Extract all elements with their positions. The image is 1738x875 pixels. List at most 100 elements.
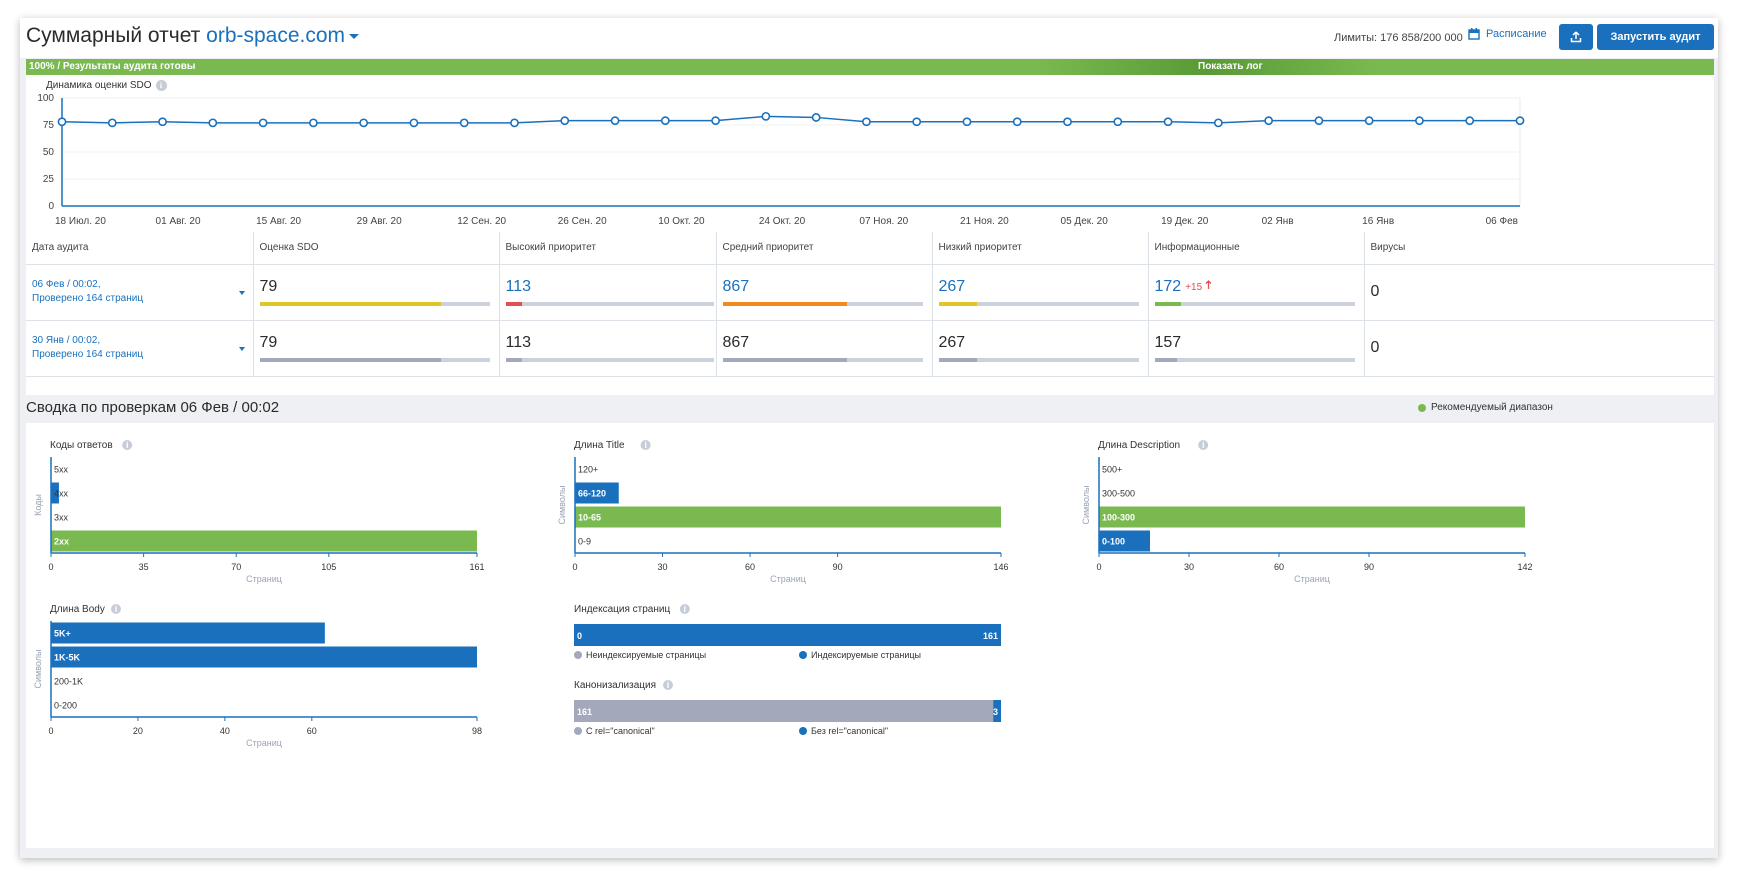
chart-title: Длина Description: [1098, 440, 1180, 451]
medium-cell[interactable]: 867: [716, 264, 933, 321]
info-value[interactable]: 172: [1155, 278, 1182, 295]
chart-title: Длина Body: [50, 604, 105, 615]
data-point[interactable]: [560, 116, 570, 126]
data-point[interactable]: [660, 116, 670, 126]
x-tick-label: 01 Авг. 20: [156, 216, 201, 227]
data-point[interactable]: [1314, 116, 1324, 126]
audit-date-link[interactable]: 30 Янв / 00:02, Проверено 164 страниц: [32, 334, 253, 362]
bar[interactable]: [51, 646, 477, 668]
col-header-viruses[interactable]: Вирусы: [1364, 232, 1714, 265]
info-meter-fill: [1154, 302, 1181, 306]
medium-priority-value[interactable]: 867: [723, 278, 932, 296]
data-point[interactable]: [610, 116, 620, 126]
viruses-value: 0: [1370, 339, 1380, 356]
data-point[interactable]: [57, 117, 67, 127]
data-point[interactable]: [1113, 117, 1123, 127]
domain-selector[interactable]: orb-space.com: [206, 24, 360, 47]
data-point[interactable]: [308, 118, 318, 128]
data-point[interactable]: [1465, 116, 1475, 126]
chevron-down-icon[interactable]: [238, 290, 245, 295]
export-button[interactable]: [1559, 24, 1593, 50]
data-point[interactable]: [912, 117, 922, 127]
data-point[interactable]: [962, 117, 972, 127]
bar[interactable]: [1099, 506, 1525, 528]
date-cell[interactable]: 30 Янв / 00:02, Проверено 164 страниц: [26, 320, 254, 377]
bar-label: 0-200: [54, 701, 77, 711]
schedule-button[interactable]: Расписание: [1468, 28, 1547, 40]
legend-label: Индексируемые страницы: [811, 650, 921, 660]
show-log-link[interactable]: Показать лог: [1198, 61, 1263, 72]
data-point[interactable]: [1012, 117, 1022, 127]
data-point[interactable]: [1515, 116, 1525, 126]
bar-label: 300-500: [1102, 489, 1135, 499]
data-point[interactable]: [811, 113, 821, 122]
bar-label: 200-1K: [54, 677, 83, 687]
bar[interactable]: [575, 506, 1001, 528]
limits-counter: Лимиты: 176 858/200 000: [1334, 32, 1463, 44]
domain-label: orb-space.com: [206, 24, 346, 47]
data-point[interactable]: [1213, 118, 1223, 128]
col-header-low[interactable]: Низкий приоритет: [932, 232, 1149, 265]
sdo-cell: 79: [253, 264, 500, 321]
bar[interactable]: [51, 622, 325, 644]
table-row[interactable]: 30 Янв / 00:02, Проверено 164 страниц 79…: [26, 320, 1714, 377]
col-header-medium[interactable]: Средний приоритет: [716, 232, 933, 265]
high-cell[interactable]: 113: [499, 264, 717, 321]
chart-title: Длина Title: [574, 440, 625, 451]
medium-meter: [722, 302, 923, 306]
data-point[interactable]: [711, 116, 720, 126]
chevron-down-icon: [349, 33, 360, 39]
x-tick-label: 60: [1274, 562, 1284, 572]
bar[interactable]: [51, 530, 477, 552]
chevron-down-icon[interactable]: [238, 346, 245, 351]
table-row[interactable]: 06 Фев / 00:02, Проверено 164 страниц 79…: [26, 264, 1714, 321]
data-point[interactable]: [761, 111, 771, 121]
col-header-info[interactable]: Информационные: [1148, 232, 1365, 265]
data-point[interactable]: [107, 118, 117, 128]
summary-title: Сводка по проверкам 06 Фев / 00:02: [26, 399, 280, 416]
high-priority-value[interactable]: 113: [506, 278, 716, 296]
x-tick-label: 35: [139, 562, 149, 572]
info-icon-glyph: i: [684, 604, 687, 614]
data-point[interactable]: [208, 118, 218, 128]
data-point[interactable]: [359, 118, 369, 128]
data-point[interactable]: [510, 118, 519, 128]
data-point[interactable]: [409, 118, 419, 128]
col-header-high[interactable]: Высокий приоритет: [499, 232, 717, 265]
col-header-date[interactable]: Дата аудита: [26, 232, 254, 265]
x-tick-label: 05 Дек. 20: [1061, 216, 1109, 227]
bar-label: 10-65: [578, 513, 601, 523]
info-meter: [1154, 358, 1355, 362]
legend-label: С rel="canonical": [586, 726, 655, 736]
col-header-sdo[interactable]: Оценка SDO: [253, 232, 500, 265]
audit-history-card: Динамика оценки SDO i 100 75 50 25 0 18 Июл. …: [26, 75, 1714, 395]
low-cell[interactable]: 267: [932, 264, 1149, 321]
data-point[interactable]: [862, 117, 871, 127]
x-tick-label: 29 Авг. 20: [357, 216, 402, 227]
data-point[interactable]: [1163, 117, 1173, 127]
low-priority-value[interactable]: 267: [939, 278, 1148, 296]
recommended-range-legend: Рекомендуемый диапазон: [1418, 402, 1553, 413]
sdo-line-chart: 100 75 50 25 018 Июл. 20 01 Авг. 20 15 Авг. 20…: [37, 93, 1525, 227]
bar-segment[interactable]: [574, 700, 994, 722]
summary-bar-charts: Коды ответов i 5xx 4xx 3xx 2xx 0 35 70 105 161 Стра…: [33, 440, 1533, 748]
date-cell[interactable]: 06 Фев / 00:02, Проверено 164 страниц: [26, 264, 254, 321]
arrow-up-icon: [1205, 280, 1212, 289]
info-cell[interactable]: 172 +15: [1148, 264, 1365, 321]
data-point[interactable]: [1063, 117, 1072, 127]
bar-label: 3xx: [54, 513, 69, 523]
info-icon-glyph: i: [644, 440, 647, 450]
sdo-cell: 79: [253, 320, 500, 377]
info-icon-glyph: i: [667, 680, 670, 690]
run-audit-button[interactable]: Запустить аудит: [1597, 24, 1714, 50]
audit-date-link[interactable]: 06 Фев / 00:02, Проверено 164 страниц: [32, 278, 253, 306]
data-point[interactable]: [1364, 116, 1374, 126]
data-point[interactable]: [1415, 116, 1424, 126]
data-point[interactable]: [258, 118, 268, 128]
schedule-label: Расписание: [1486, 28, 1547, 40]
bar-segment[interactable]: [574, 624, 1001, 646]
x-tick-label: 60: [307, 726, 317, 736]
data-point[interactable]: [158, 117, 167, 127]
data-point[interactable]: [459, 118, 469, 128]
data-point[interactable]: [1264, 116, 1274, 126]
